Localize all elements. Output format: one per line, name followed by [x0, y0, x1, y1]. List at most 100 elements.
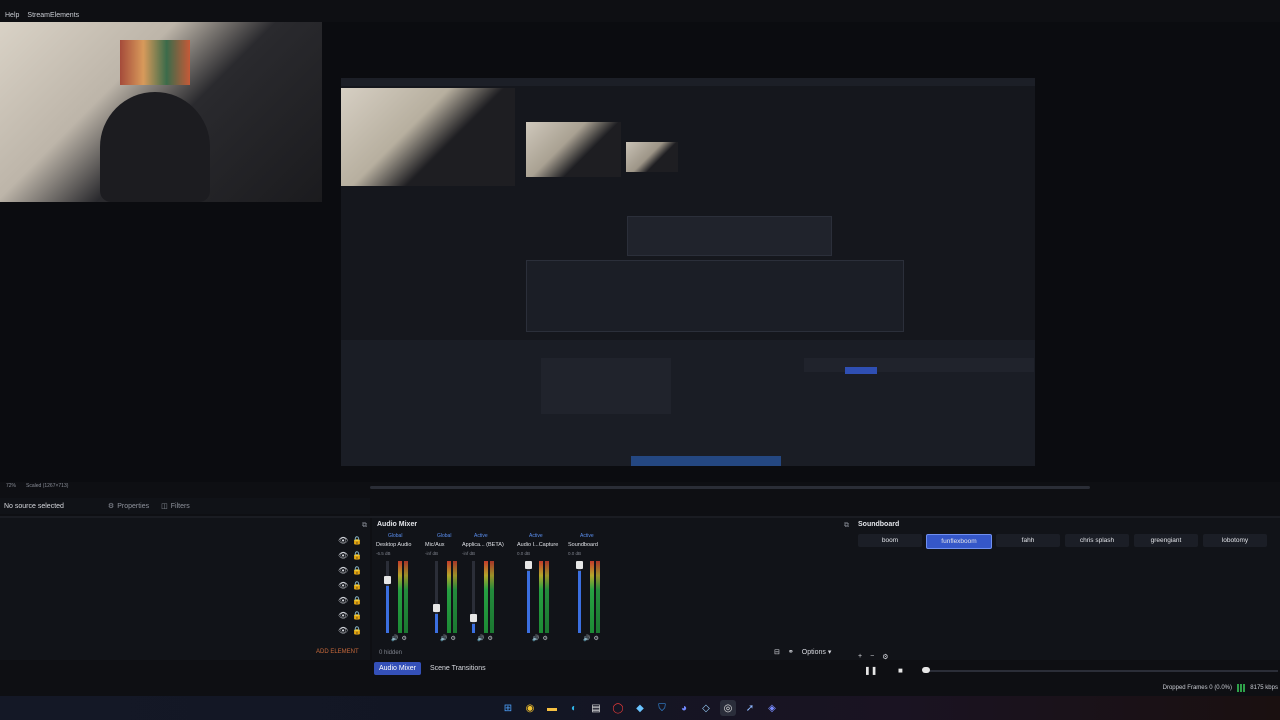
- lock-icon[interactable]: 🔒: [352, 566, 362, 575]
- obs-icon[interactable]: ◎: [720, 700, 736, 716]
- nested-window-1: [627, 216, 832, 256]
- tab-scene-transitions[interactable]: Scene Transitions: [425, 662, 491, 675]
- soundboard-button[interactable]: boom: [858, 534, 922, 547]
- soundboard-button[interactable]: greengiant: [1134, 534, 1198, 547]
- opera-icon[interactable]: ◯: [610, 700, 626, 716]
- channel-name[interactable]: Applica... (BETA): [462, 542, 504, 548]
- hidden-count[interactable]: 0 hidden: [379, 650, 402, 656]
- app-icon-3[interactable]: ➚: [742, 700, 758, 716]
- eye-icon[interactable]: 👁: [338, 611, 348, 620]
- soundboard-button[interactable]: funflexboom: [926, 534, 992, 549]
- filters-button[interactable]: ◫ Filters: [161, 502, 190, 511]
- edge-icon[interactable]: ◐: [566, 700, 582, 716]
- link-icon[interactable]: ⚭: [788, 648, 794, 656]
- volume-knob[interactable]: [576, 561, 583, 569]
- remove-icon[interactable]: −: [870, 653, 874, 661]
- eye-icon[interactable]: 👁: [338, 596, 348, 605]
- channel-name[interactable]: Soundboard: [568, 542, 598, 548]
- shield-icon[interactable]: ⛉: [654, 700, 670, 716]
- nested-preview-capture[interactable]: [341, 78, 1035, 466]
- soundboard-button[interactable]: fahh: [996, 534, 1060, 547]
- speaker-icon[interactable]: 🔊: [477, 636, 487, 642]
- gear-icon[interactable]: ⚙: [450, 636, 458, 642]
- properties-button[interactable]: ⚙ Properties: [108, 502, 149, 511]
- nested-soundboard: [804, 358, 1034, 372]
- volume-fill: [435, 614, 438, 633]
- preview-scrollbar[interactable]: [370, 486, 1090, 489]
- volume-knob[interactable]: [384, 576, 391, 584]
- channel-db: -inf dB: [425, 551, 439, 556]
- app-icon-2[interactable]: ◇: [698, 700, 714, 716]
- gear-icon[interactable]: ⚙: [593, 636, 601, 642]
- level-meter: [539, 561, 543, 633]
- eye-icon[interactable]: 👁: [338, 581, 348, 590]
- nested-mixer: [541, 358, 671, 414]
- sources-panel: ⧉: [0, 518, 370, 660]
- seek-bar[interactable]: [928, 670, 1278, 672]
- windows-start-icon[interactable]: ⊞: [500, 700, 516, 716]
- layout-icon[interactable]: ⊟: [774, 648, 780, 656]
- channel-db: 0.0 dB: [568, 551, 582, 556]
- eye-icon[interactable]: 👁: [338, 551, 348, 560]
- speaker-icon[interactable]: 🔊: [440, 636, 450, 642]
- discord-icon[interactable]: ◕: [676, 700, 692, 716]
- gear-icon[interactable]: ⚙: [487, 636, 495, 642]
- volume-knob[interactable]: [433, 604, 440, 612]
- options-button[interactable]: Options ▾: [802, 648, 832, 656]
- eye-icon[interactable]: 👁: [338, 626, 348, 635]
- chevron-down-icon: ▾: [827, 649, 832, 656]
- tab-audio-mixer[interactable]: Audio Mixer: [374, 662, 421, 675]
- level-meter: [398, 561, 402, 633]
- chrome-icon[interactable]: ◉: [522, 700, 538, 716]
- level-meter: [453, 561, 457, 633]
- lock-icon[interactable]: 🔒: [352, 626, 362, 635]
- seek-handle[interactable]: [922, 667, 930, 673]
- nested-dock-area: [341, 340, 1035, 466]
- channel-icons: 🔊⚙: [391, 635, 410, 642]
- channel-name[interactable]: Mic/Aux: [425, 542, 445, 548]
- lock-icon[interactable]: 🔒: [352, 611, 362, 620]
- channel-badge: Global: [437, 533, 452, 539]
- webcam-source[interactable]: [0, 22, 322, 202]
- stop-icon[interactable]: ■: [898, 666, 903, 675]
- volume-knob[interactable]: [525, 561, 532, 569]
- zoom-level[interactable]: 72%: [6, 483, 16, 493]
- lock-icon[interactable]: 🔒: [352, 581, 362, 590]
- volume-fill: [578, 571, 581, 633]
- gear-icon[interactable]: ⚙: [401, 636, 409, 642]
- source-row-controls: 👁 🔒: [338, 551, 362, 560]
- eye-icon[interactable]: 👁: [338, 536, 348, 545]
- channel-name[interactable]: Audio I...Capture: [517, 542, 558, 548]
- app-icon-4[interactable]: ◈: [764, 700, 780, 716]
- file-explorer-icon[interactable]: ▬: [544, 700, 560, 716]
- speaker-icon[interactable]: 🔊: [532, 636, 542, 642]
- speaker-icon[interactable]: 🔊: [583, 636, 593, 642]
- gear-icon[interactable]: ⚙: [542, 636, 550, 642]
- source-row-controls: 👁 🔒: [338, 536, 362, 545]
- channel-db: -inf dB: [462, 551, 476, 556]
- nested-soundboard-selected: [845, 367, 877, 374]
- mixer-options-row: ⊟ ⚭ Options ▾: [774, 648, 831, 656]
- channel-name[interactable]: Desktop Audio: [376, 542, 411, 548]
- soundboard-button[interactable]: chris splash: [1065, 534, 1129, 547]
- undock-icon[interactable]: ⧉: [844, 522, 849, 530]
- add-element-button[interactable]: ADD ELEMENT: [316, 649, 359, 655]
- soundboard-button[interactable]: lobotomy: [1203, 534, 1267, 547]
- eye-icon[interactable]: 👁: [338, 566, 348, 575]
- lock-icon[interactable]: 🔒: [352, 551, 362, 560]
- volume-knob[interactable]: [470, 614, 477, 622]
- lock-icon[interactable]: 🔒: [352, 596, 362, 605]
- pause-icon[interactable]: ❚❚: [864, 666, 877, 675]
- level-meter: [490, 561, 494, 633]
- scale-label[interactable]: Scaled (1267×713): [26, 483, 68, 493]
- lock-icon[interactable]: 🔒: [352, 536, 362, 545]
- app-icon[interactable]: ◆: [632, 700, 648, 716]
- speaker-icon[interactable]: 🔊: [391, 636, 401, 642]
- gear-icon[interactable]: ⚙: [882, 653, 888, 661]
- volume-slider[interactable]: [472, 561, 475, 633]
- undock-icon[interactable]: ⧉: [362, 522, 367, 530]
- streamer-silhouette: [100, 92, 210, 202]
- add-icon[interactable]: +: [858, 653, 862, 661]
- notepad-icon[interactable]: ▤: [588, 700, 604, 716]
- mixer-channel: Active Soundboard 0.0 dB 🔊⚙: [568, 533, 618, 643]
